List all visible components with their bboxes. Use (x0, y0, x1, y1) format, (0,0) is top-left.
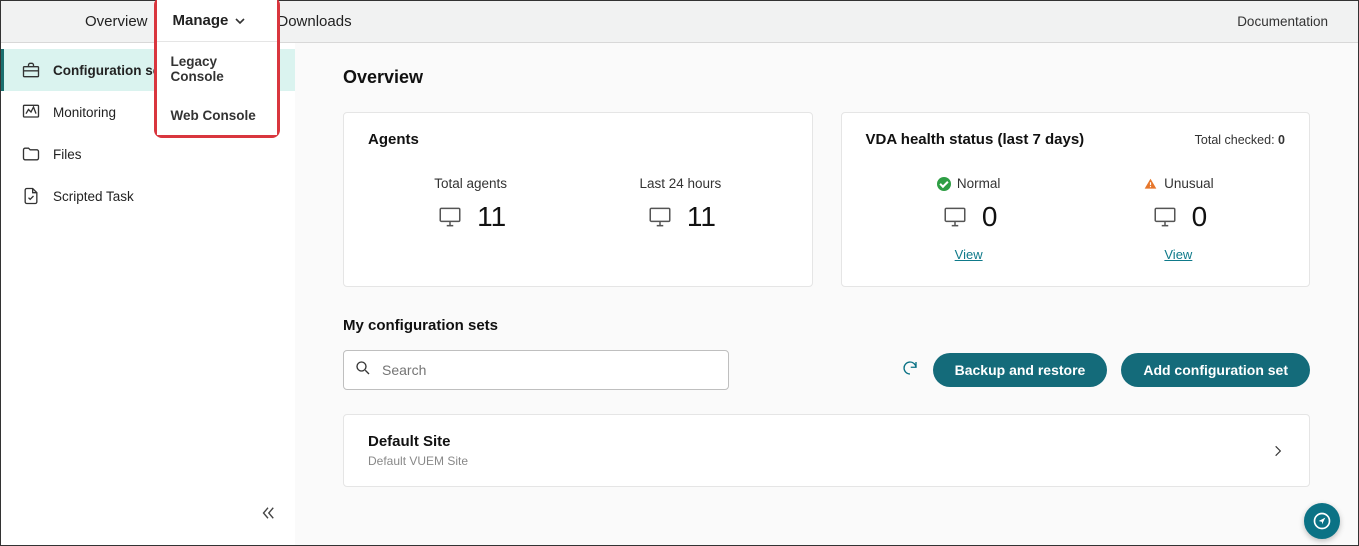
search-icon (354, 359, 372, 382)
unusual-view-link[interactable]: View (1164, 247, 1192, 262)
tab-downloads-label: Downloads (277, 13, 351, 30)
vda-card-title: VDA health status (last 7 days) (866, 131, 1085, 148)
chevron-down-icon (237, 13, 249, 30)
check-circle-icon (937, 177, 951, 191)
sidebar-collapse-button[interactable] (259, 504, 277, 527)
folder-icon (21, 144, 41, 164)
total-agents-value: 11 (477, 201, 506, 233)
manage-dropdown-menu: Legacy Console Web Console (157, 41, 277, 135)
search-input[interactable] (382, 362, 718, 378)
search-box[interactable] (343, 350, 729, 390)
config-sets-heading: My configuration sets (343, 317, 1310, 334)
last24-value: 11 (687, 201, 716, 233)
normal-value: 0 (982, 201, 998, 233)
vda-unusual-stat: Unusual 0 View (1143, 176, 1214, 262)
chevron-right-icon (1271, 441, 1285, 461)
tab-manage-label: Manage (176, 13, 232, 30)
sidebar-item-label: Scripted Task (53, 189, 134, 204)
agents-card: Agents Total agents 11 (343, 112, 813, 287)
last24-label: Last 24 hours (639, 176, 721, 191)
warning-triangle-icon (1143, 177, 1158, 191)
tab-overview-label: Overview (85, 13, 148, 30)
top-nav: Overview Manage Manage Legacy Console (1, 1, 1358, 43)
sidebar-item-label: Configuration sets (53, 63, 172, 78)
monitoring-icon (21, 102, 41, 122)
unusual-label: Unusual (1164, 176, 1214, 191)
normal-view-link[interactable]: View (955, 247, 983, 262)
sidebar-item-files[interactable]: Files (1, 133, 295, 175)
backup-restore-button[interactable]: Backup and restore (933, 353, 1108, 387)
last24-stat: Last 24 hours 11 (639, 176, 721, 233)
total-agents-label: Total agents (434, 176, 507, 191)
briefcase-icon (21, 60, 41, 80)
documentation-link[interactable]: Documentation (1237, 14, 1328, 29)
sidebar-item-label: Monitoring (53, 105, 116, 120)
add-configuration-set-button[interactable]: Add configuration set (1121, 353, 1310, 387)
monitor-icon (940, 204, 970, 230)
vda-card: VDA health status (last 7 days) Total ch… (841, 112, 1311, 287)
vda-normal-stat: Normal 0 View (937, 176, 1001, 262)
help-fab-button[interactable] (1304, 503, 1340, 539)
tab-manage[interactable]: Manage Manage Legacy Console Web Console (162, 1, 264, 42)
sidebar-item-label: Files (53, 147, 82, 162)
sidebar-item-scripted-task[interactable]: Scripted Task (1, 175, 295, 217)
config-set-card[interactable]: Default Site Default VUEM Site (343, 414, 1310, 487)
refresh-button[interactable] (901, 359, 919, 382)
monitor-icon (1150, 204, 1180, 230)
tab-overview[interactable]: Overview (71, 1, 162, 42)
script-icon (21, 186, 41, 206)
total-checked: Total checked: 0 (1195, 133, 1285, 147)
site-subtitle: Default VUEM Site (368, 454, 468, 468)
tab-downloads[interactable]: Downloads (263, 1, 365, 42)
agents-card-title: Agents (368, 131, 419, 148)
monitor-icon (435, 204, 465, 230)
menu-item-legacy-console[interactable]: Legacy Console (157, 42, 277, 96)
monitor-icon (645, 204, 675, 230)
main-content: Overview Agents Total agents (295, 43, 1358, 545)
menu-item-web-console[interactable]: Web Console (157, 96, 277, 135)
total-agents-stat: Total agents 11 (434, 176, 507, 233)
page-title: Overview (343, 67, 1310, 88)
site-name: Default Site (368, 433, 468, 450)
normal-label: Normal (957, 176, 1001, 191)
unusual-value: 0 (1192, 201, 1208, 233)
